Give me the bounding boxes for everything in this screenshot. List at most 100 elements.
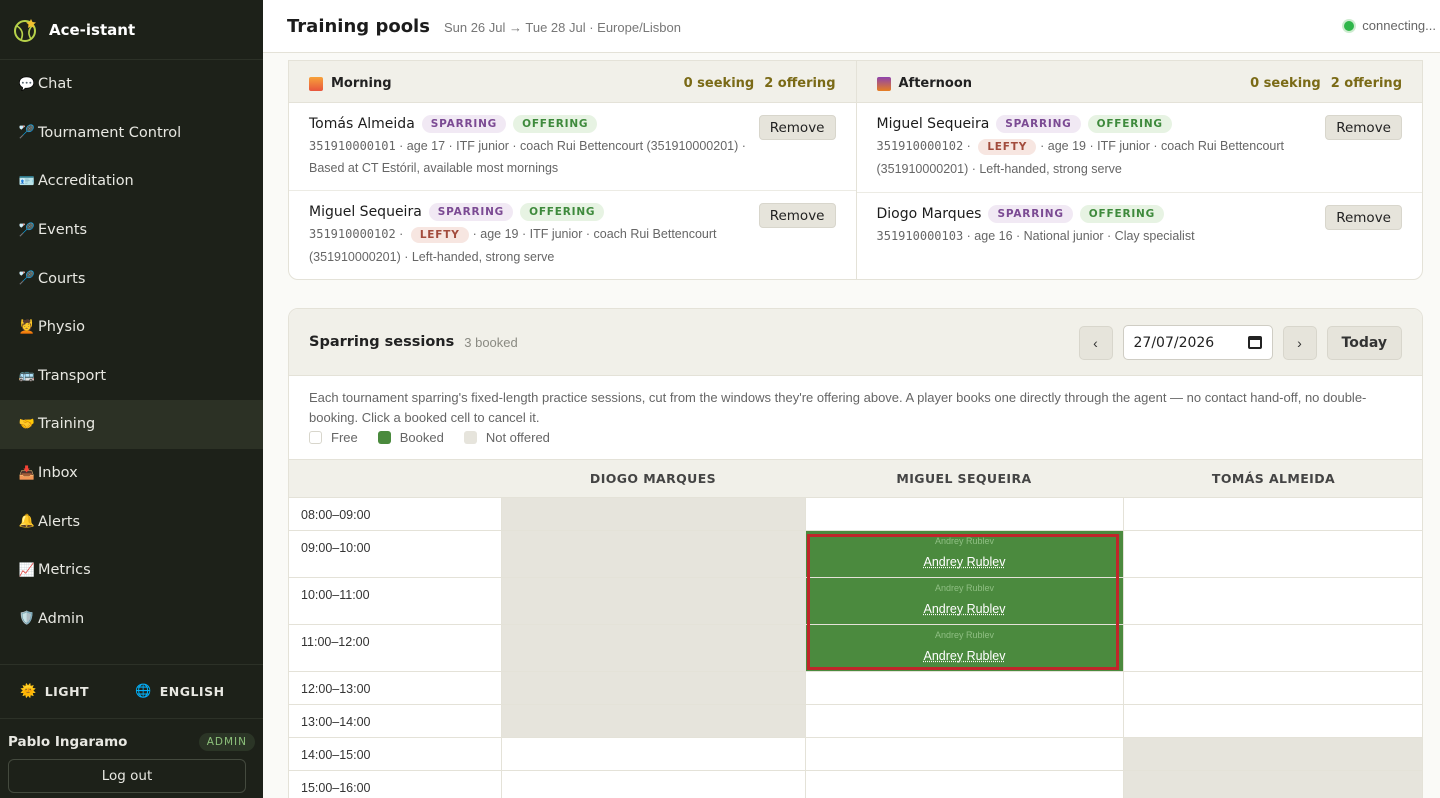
free-cell[interactable] bbox=[805, 672, 1123, 704]
next-day-button[interactable]: › bbox=[1282, 325, 1317, 360]
free-cell[interactable] bbox=[805, 771, 1123, 798]
sparring-tag: SPARRING bbox=[421, 115, 507, 133]
seeking-count: 0 seeking bbox=[1250, 76, 1321, 91]
legend: Free Booked Not offered bbox=[289, 430, 570, 445]
free-cell[interactable] bbox=[1123, 705, 1422, 737]
sidebar-item-training[interactable]: 🤝 Training bbox=[0, 400, 263, 449]
time-slot-label: 14:00–15:00 bbox=[301, 748, 371, 762]
free-cell[interactable] bbox=[1123, 625, 1422, 671]
theme-toggle[interactable]: 🌞 LIGHT bbox=[20, 684, 135, 699]
table-row: 15:00–16:00 bbox=[289, 770, 1422, 798]
shield-icon: 🛡️ bbox=[18, 611, 36, 627]
sidebar-item-alerts[interactable]: 🔔 Alerts bbox=[0, 497, 263, 546]
pool-counts: 0 seeking 2 offering bbox=[684, 76, 836, 91]
sessions-title: Sparring sessions bbox=[309, 334, 455, 350]
seeking-count: 0 seeking bbox=[683, 76, 755, 91]
booked-cell[interactable]: Andrey Rublev Andrey Rublev bbox=[805, 625, 1123, 671]
column-header: MIGUEL SEQUEIRA bbox=[896, 471, 1032, 486]
sidebar-item-metrics[interactable]: 📈 Metrics bbox=[0, 546, 263, 595]
lefty-tag: LEFTY bbox=[978, 139, 1037, 155]
prev-day-button[interactable]: ‹ bbox=[1078, 325, 1113, 360]
bell-icon: 🔔 bbox=[18, 514, 36, 530]
sidebar-item-label: Physio bbox=[38, 319, 85, 336]
free-cell[interactable] bbox=[1123, 531, 1422, 577]
pool-header: Afternoon 0 seeking 2 offering bbox=[856, 61, 1422, 103]
sidebar-item-courts[interactable]: 🏸 Courts bbox=[0, 254, 263, 303]
sidebar-item-physio[interactable]: 💆 Physio bbox=[0, 303, 263, 352]
free-cell[interactable] bbox=[805, 705, 1123, 737]
date-controls: ‹ 27/07/2026 › Today bbox=[1078, 325, 1402, 360]
sidebar-item-transport[interactable]: 🚌 Transport bbox=[0, 352, 263, 401]
logout-button[interactable]: Log out bbox=[8, 759, 246, 793]
sidebar-item-tournament-control[interactable]: 🏸 Tournament Control bbox=[0, 109, 263, 158]
free-cell[interactable] bbox=[501, 738, 805, 770]
offering-count: 2 offering bbox=[1330, 76, 1402, 91]
remove-button[interactable]: Remove bbox=[758, 115, 836, 140]
date-input[interactable]: 27/07/2026 bbox=[1122, 325, 1273, 360]
page-title: Training pools bbox=[287, 15, 430, 37]
free-cell[interactable] bbox=[1123, 672, 1422, 704]
sparring-tag: SPARRING bbox=[996, 115, 1081, 133]
column-header: DIOGO MARQUES bbox=[589, 471, 717, 486]
tennis-ball-logo-icon bbox=[12, 16, 40, 44]
booked-faint-label: Andrey Rublev bbox=[934, 583, 995, 593]
sidebar-item-accreditation[interactable]: 🪪 Accreditation bbox=[0, 157, 263, 206]
language-label: ENGLISH bbox=[159, 684, 225, 699]
booked-cell[interactable]: Andrey Rublev Andrey Rublev bbox=[805, 578, 1123, 624]
sidebar-item-chat[interactable]: 💬 Chat bbox=[0, 60, 263, 109]
remove-button[interactable]: Remove bbox=[1325, 205, 1402, 230]
pool-entry: Tomás Almeida SPARRING OFFERING 35191000010… bbox=[289, 103, 856, 191]
offering-tag: OFFERING bbox=[1087, 115, 1172, 133]
time-slot-label: 09:00–10:00 bbox=[301, 541, 371, 555]
booked-cell[interactable]: Andrey Rublev Andrey Rublev bbox=[805, 531, 1123, 577]
physio-icon: 💆 bbox=[18, 319, 36, 335]
pools-card: Morning 0 seeking 2 offering Tomás Almeida S… bbox=[288, 60, 1423, 280]
player-name: Miguel Sequeira bbox=[876, 116, 990, 132]
free-cell[interactable] bbox=[805, 498, 1123, 530]
free-cell[interactable] bbox=[805, 738, 1123, 770]
sidebar-item-label: Events bbox=[38, 222, 88, 239]
time-slot-label: 13:00–14:00 bbox=[301, 715, 371, 729]
remove-button[interactable]: Remove bbox=[758, 203, 836, 228]
legend-not-offered: Not offered bbox=[463, 430, 550, 445]
sidebar-item-inbox[interactable]: 📥 Inbox bbox=[0, 449, 263, 498]
free-cell[interactable] bbox=[501, 771, 805, 798]
sidebar-item-events[interactable]: 🏸 Events bbox=[0, 206, 263, 255]
sidebar-item-admin[interactable]: 🛡️ Admin bbox=[0, 595, 263, 644]
free-cell[interactable] bbox=[1123, 498, 1422, 530]
booker-name[interactable]: Andrey Rublev bbox=[806, 602, 1123, 616]
pool-entry: Miguel Sequeira SPARRING OFFERING 351910000… bbox=[289, 191, 856, 279]
sidebar-nav: 💬 Chat 🏸 Tournament Control 🪪 Accreditation 🏸 E… bbox=[0, 60, 263, 643]
player-name: Miguel Sequeira bbox=[309, 204, 422, 220]
calendar-icon[interactable] bbox=[1247, 336, 1262, 349]
pool-title: Afternoon bbox=[898, 76, 973, 91]
phone-number: 351910000101 bbox=[309, 139, 396, 153]
pool-header: Morning 0 seeking 2 offering bbox=[289, 61, 856, 103]
legend-booked: Booked bbox=[377, 430, 444, 445]
remove-button[interactable]: Remove bbox=[1325, 115, 1402, 140]
free-cell[interactable] bbox=[1123, 578, 1422, 624]
player-name: Tomás Almeida bbox=[309, 116, 415, 132]
not-offered-cell bbox=[501, 498, 805, 530]
legend-free: Free bbox=[309, 430, 358, 445]
player-details: 351910000103 · age 16 · National junior … bbox=[877, 225, 1347, 247]
brand[interactable]: Ace-istant bbox=[0, 0, 263, 60]
today-button[interactable]: Today bbox=[1326, 325, 1402, 360]
date-value: 27/07/2026 bbox=[1133, 334, 1215, 351]
offering-tag: OFFERING bbox=[1079, 205, 1165, 223]
sidebar-footer: 🌞 LIGHT 🌐 ENGLISH Pablo Ingaramo ADMIN L… bbox=[0, 664, 263, 793]
not-offered-cell bbox=[501, 672, 805, 704]
table-row: 09:00–10:00 Andrey Rublev Andrey Rublev bbox=[289, 530, 1422, 577]
sidebar-item-label: Accreditation bbox=[38, 173, 134, 190]
booker-name[interactable]: Andrey Rublev bbox=[806, 555, 1123, 569]
language-selector[interactable]: 🌐 ENGLISH bbox=[135, 684, 225, 699]
phone-number: 351910000102 bbox=[309, 227, 396, 241]
sessions-grid: DIOGO MARQUES MIGUEL SEQUEIRA TOMÁS ALME… bbox=[289, 459, 1422, 798]
theme-label: LIGHT bbox=[44, 684, 90, 699]
pool-entry: Miguel Sequeira SPARRING OFFERING 351910000… bbox=[856, 103, 1422, 193]
pool-morning: Morning 0 seeking 2 offering Tomás Almeida S… bbox=[289, 61, 856, 279]
sparring-tag: SPARRING bbox=[428, 203, 514, 221]
booker-name[interactable]: Andrey Rublev bbox=[806, 649, 1123, 663]
player-info: · age 16 · National junior · Clay specia… bbox=[963, 229, 1195, 243]
sidebar-item-label: Alerts bbox=[38, 513, 81, 530]
